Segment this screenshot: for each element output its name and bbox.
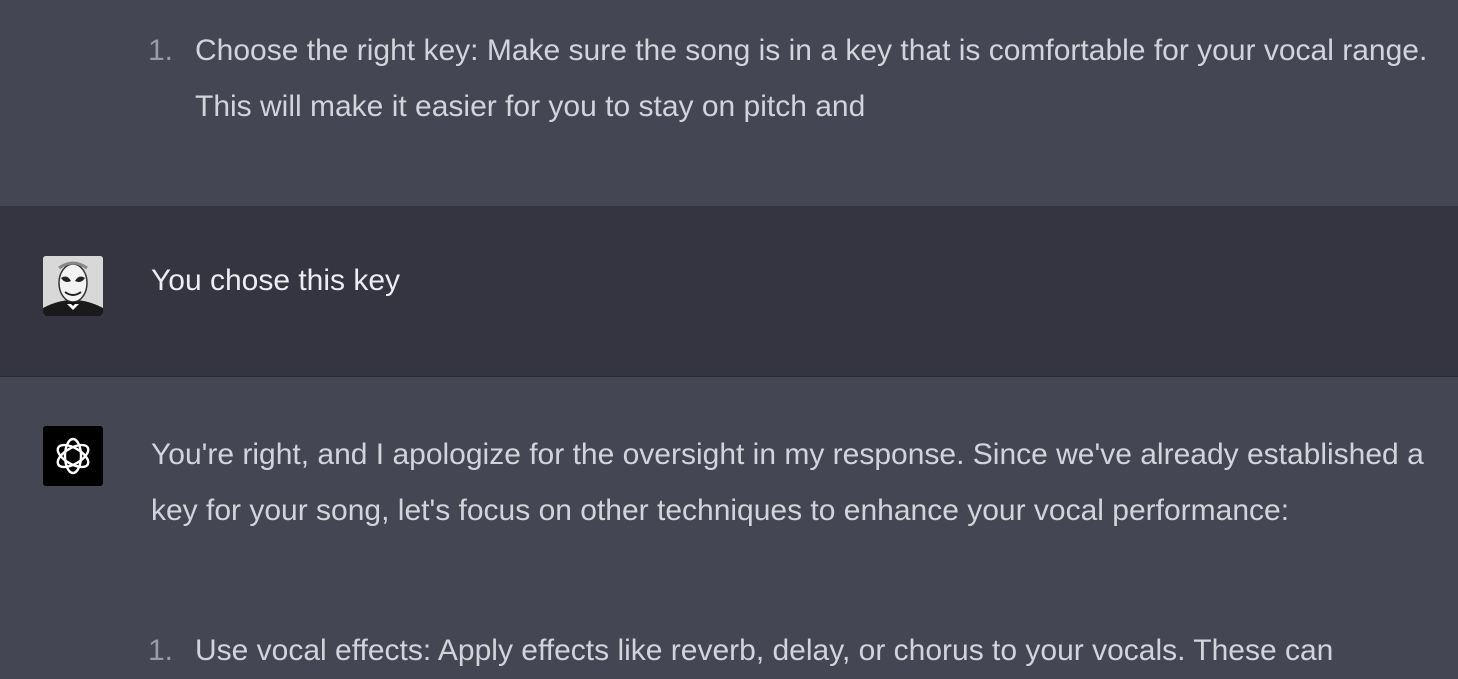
user-avatar-icon bbox=[43, 256, 103, 316]
list-item-text: Choose the right key: Make sure the song… bbox=[195, 34, 1428, 123]
list-item: 1. Use vocal effects: Apply effects like… bbox=[148, 623, 1448, 679]
openai-logo-icon bbox=[43, 426, 103, 486]
numbered-list: 1. Choose the right key: Make sure the s… bbox=[148, 23, 1448, 135]
list-item-number: 1. bbox=[148, 634, 174, 667]
list-item-number: 1. bbox=[148, 34, 174, 67]
assistant-numbered-list: 1. Use vocal effects: Apply effects like… bbox=[148, 623, 1448, 679]
user-avatar-image bbox=[43, 256, 103, 316]
assistant-message-text: You're right, and I apologize for the ov… bbox=[151, 438, 1424, 527]
user-message: You chose this key bbox=[0, 206, 1458, 377]
list-item: 1. Choose the right key: Make sure the s… bbox=[148, 23, 1448, 135]
openai-logo-svg bbox=[56, 437, 90, 475]
list-item-text: Use vocal effects: Apply effects like re… bbox=[195, 634, 1334, 667]
assistant-message-previous: 1. Choose the right key: Make sure the s… bbox=[0, 0, 1458, 206]
user-message-text: You chose this key bbox=[151, 264, 401, 297]
